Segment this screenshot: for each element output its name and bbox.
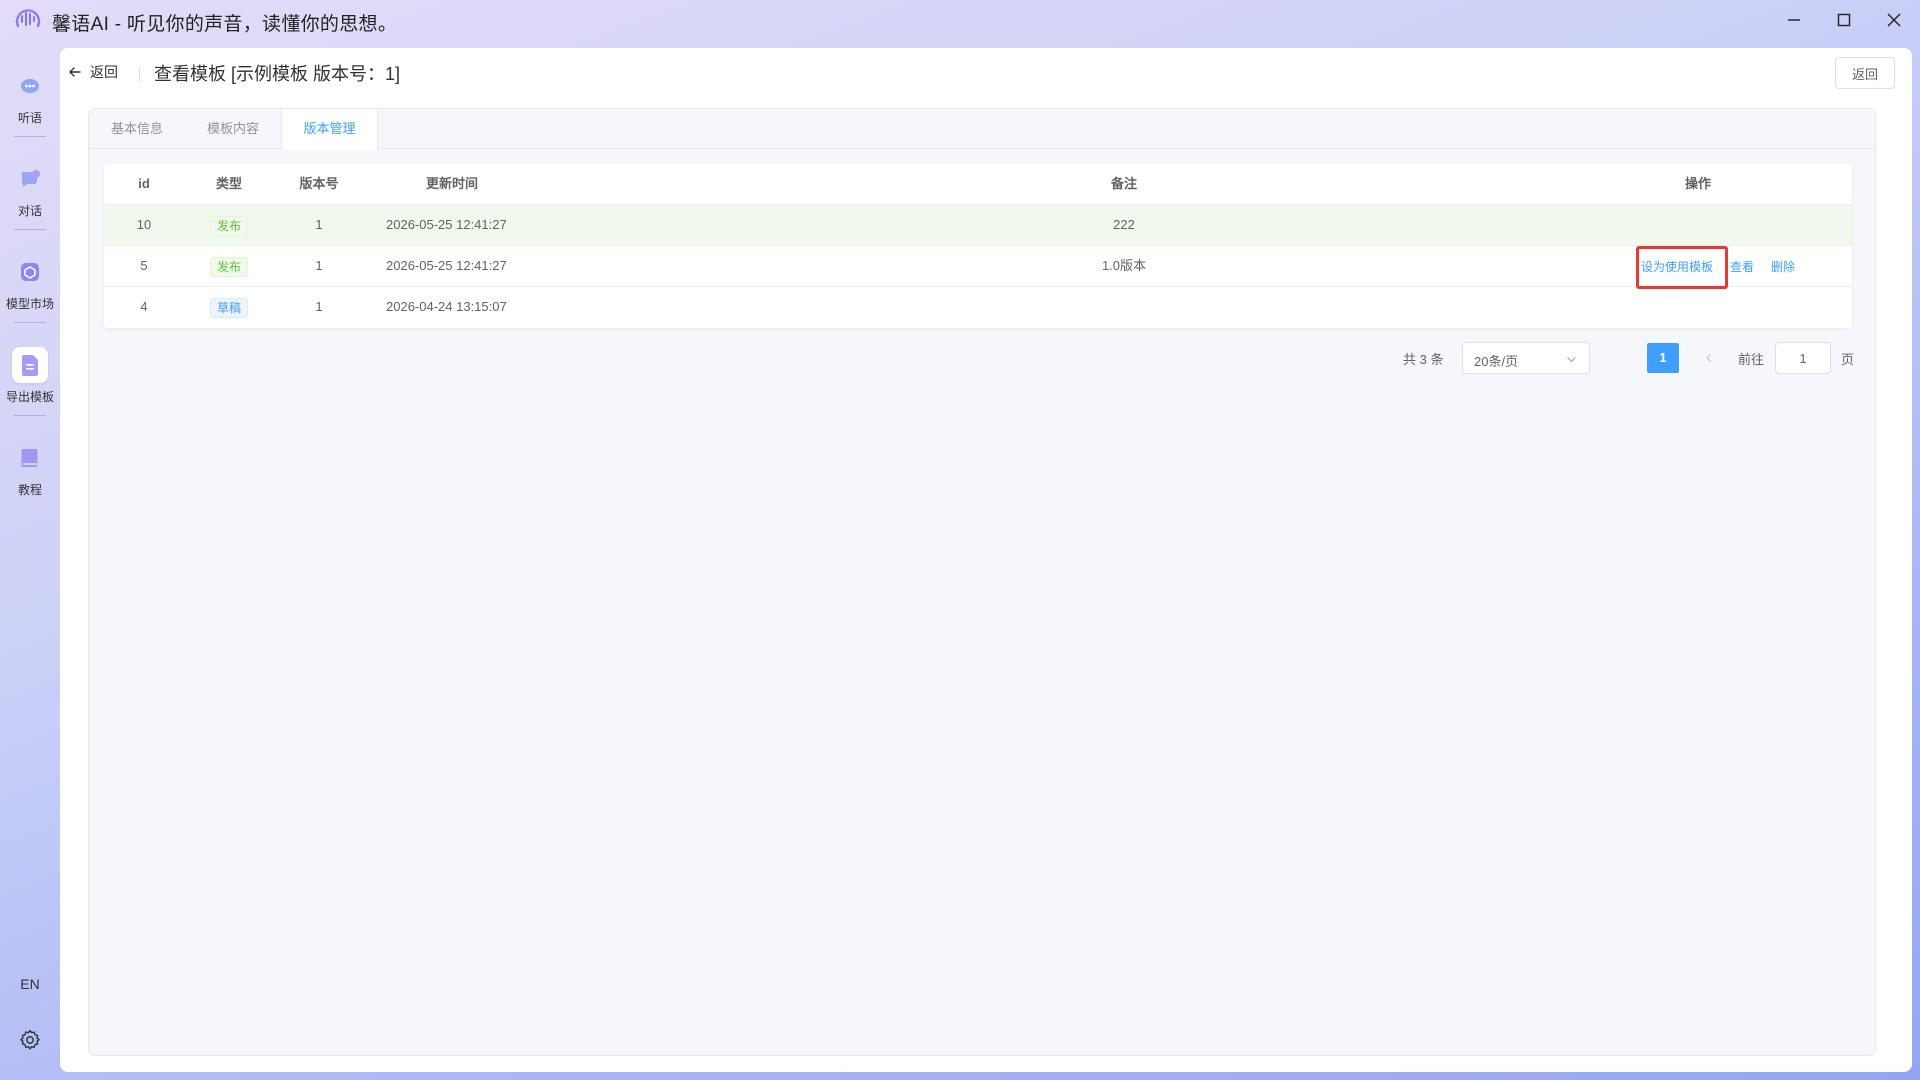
sidebar-item-tutorial[interactable]: 教程 <box>0 434 60 504</box>
sidebar-item-label: 模型市场 <box>5 297 54 311</box>
table-row[interactable]: 10 发布 1 2026-05-25 12:41:27 222 <box>104 205 1852 246</box>
view-link[interactable]: 查看 <box>1730 258 1754 275</box>
sidebar-item-label: 教程 <box>17 483 42 497</box>
sidebar: 听语 对话 模型市场 导出模板 教程 EN <box>0 48 60 1080</box>
cell-note: 222 <box>1113 217 1135 232</box>
column-header-actions: 操作 <box>1684 176 1711 191</box>
sidebar-item-listen[interactable]: 听语 <box>0 62 60 132</box>
column-header-update-time: 更新时间 <box>426 176 479 191</box>
window-title: 馨语AI - 听见你的声音，读懂你的思想。 <box>52 14 398 35</box>
status-badge: 发布 <box>209 215 248 236</box>
sidebar-divider <box>14 322 46 323</box>
sidebar-item-label: 导出模板 <box>5 390 54 404</box>
cell-note <box>584 287 1774 327</box>
tabs-card: 基本信息 模板内容 版本管理 id 类型 版本号 更新时间 备注 操作 10 发… <box>88 108 1876 1056</box>
close-icon <box>1887 13 1901 27</box>
tabs-header: 基本信息 模板内容 版本管理 <box>89 109 1875 150</box>
status-badge: 发布 <box>209 256 248 277</box>
return-button[interactable]: 返回 <box>1835 57 1895 89</box>
cell-version: 1 <box>315 299 323 314</box>
set-as-active-template-link[interactable]: 设为使用模板 <box>1641 258 1713 275</box>
cell-id: 10 <box>136 217 152 232</box>
model-market-icon <box>21 263 39 281</box>
tab-template-content[interactable]: 模板内容 <box>185 109 281 149</box>
tab-version-management[interactable]: 版本管理 <box>281 109 378 150</box>
cell-version: 1 <box>315 217 323 232</box>
status-badge: 草稿 <box>209 297 248 318</box>
table-header-row: id 类型 版本号 更新时间 备注 操作 <box>104 164 1852 205</box>
chevron-down-icon <box>1567 357 1576 363</box>
version-table: id 类型 版本号 更新时间 备注 操作 10 发布 1 2026-05-25 … <box>104 164 1852 328</box>
maximize-button[interactable] <box>1826 4 1862 36</box>
column-header-type: 类型 <box>215 176 242 191</box>
page-number-1[interactable]: 1 <box>1647 343 1679 373</box>
minimize-icon <box>1788 19 1800 21</box>
app-logo-icon <box>15 9 41 34</box>
tutorial-book-icon <box>21 449 38 467</box>
pagination-total: 共 3 条 <box>1403 352 1444 367</box>
header-divider <box>139 66 140 82</box>
chevron-left-icon <box>1706 354 1711 362</box>
sidebar-divider <box>14 229 46 230</box>
cell-id: 5 <box>140 258 148 273</box>
table-row[interactable]: 4 草稿 1 2026-04-24 13:15:07 <box>104 287 1852 328</box>
page-title: 查看模板 [示例模板 版本号：1] <box>154 64 401 84</box>
settings-gear-icon[interactable] <box>18 1028 42 1052</box>
page-size-select[interactable]: 20条/页 <box>1462 342 1590 374</box>
row-actions: 设为使用模板 查看 删除 <box>1641 246 1795 286</box>
sidebar-item-export-template[interactable]: 导出模板 <box>0 341 60 411</box>
listen-icon <box>21 79 39 93</box>
arrow-left-icon <box>69 67 81 77</box>
minimize-button[interactable] <box>1776 4 1812 36</box>
goto-label: 前往 <box>1738 352 1765 367</box>
sidebar-item-label: 听语 <box>17 111 42 125</box>
tab-basic-info[interactable]: 基本信息 <box>89 109 185 149</box>
prev-page-button[interactable] <box>1697 346 1721 370</box>
cell-version: 1 <box>315 258 323 273</box>
sidebar-divider <box>14 136 46 137</box>
back-link-label: 返回 <box>90 64 118 80</box>
export-template-icon <box>22 355 38 376</box>
page-unit-label: 页 <box>1841 352 1855 367</box>
maximize-icon <box>1837 13 1851 27</box>
cell-id: 4 <box>140 299 148 314</box>
language-toggle[interactable]: EN <box>0 976 60 992</box>
cell-note: 1.0版本 <box>1101 258 1147 273</box>
delete-link[interactable]: 删除 <box>1771 258 1795 275</box>
sidebar-item-chat[interactable]: 对话 <box>0 155 60 225</box>
cell-update-time: 2026-05-25 12:41:27 <box>386 217 507 232</box>
pagination: 共 3 条 20条/页 1 前往 页 <box>89 342 1875 374</box>
chat-icon <box>21 170 40 187</box>
sidebar-item-model-market[interactable]: 模型市场 <box>0 248 60 318</box>
cell-update-time: 2026-04-24 13:15:07 <box>386 299 507 314</box>
title-bar: 馨语AI - 听见你的声音，读懂你的思想。 <box>0 0 1920 40</box>
page-size-value: 20条/页 <box>1474 354 1519 369</box>
column-header-id: id <box>138 176 150 191</box>
goto-page-input[interactable] <box>1775 342 1831 374</box>
cell-update-time: 2026-05-25 12:41:27 <box>386 258 507 273</box>
sidebar-divider <box>14 415 46 416</box>
close-window-button[interactable] <box>1876 4 1912 36</box>
main-panel: 返回 查看模板 [示例模板 版本号：1] 返回 基本信息 模板内容 版本管理 i… <box>60 48 1912 1072</box>
table-row[interactable]: 5 发布 1 2026-05-25 12:41:27 1.0版本 设为使用模板 … <box>104 246 1852 287</box>
back-link[interactable]: 返回 <box>68 62 118 82</box>
sidebar-item-label: 对话 <box>17 204 42 218</box>
column-header-version: 版本号 <box>299 176 339 191</box>
